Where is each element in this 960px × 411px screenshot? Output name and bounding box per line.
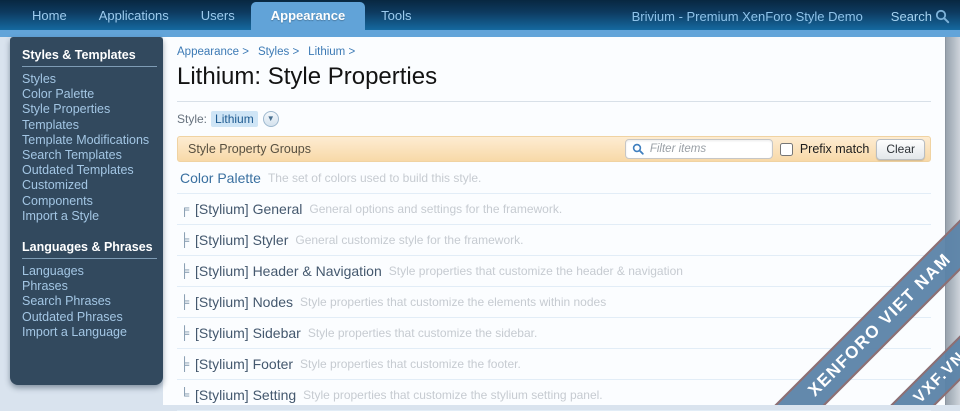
sidebar-item[interactable]: Languages [22,264,157,279]
sidebar-section: Languages & Phrases Languages Phrases Searc… [10,240,163,340]
nav-tab-appearance[interactable]: Appearance [250,2,366,30]
chevron-down-icon[interactable]: ▼ [262,111,279,127]
nav-tab-users[interactable]: Users [185,2,251,30]
property-group-description: Style properties that customize the styl… [303,388,603,402]
property-group-row: ╞ [Stylium] Styler General customize style… [177,225,931,256]
sidebar-item[interactable]: Template Modifications [22,133,157,148]
property-group-row: ╒ [Stylium] General General options and se… [177,194,931,225]
breadcrumb-link[interactable]: Appearance > [177,46,249,58]
property-group-description: General customize style for the framewor… [295,233,524,247]
property-group-link[interactable]: [Stylium] General [195,201,302,217]
property-group-description: General options and settings for the fra… [309,202,563,216]
property-group-link[interactable]: [Stylium] Setting [195,387,296,403]
tree-branch-icon: ╞ [180,355,190,371]
sidebar-section-heading: Languages & Phrases [22,240,157,260]
property-group-row: ╞ [Stylium] Footer Style properties that c… [177,349,931,380]
nav-tab-applications[interactable]: Applications [83,2,185,30]
search-icon [935,9,950,24]
sidebar-item[interactable]: Outdated Templates [22,163,157,178]
breadcrumb-link[interactable]: Lithium > [308,46,355,58]
sidebar-item[interactable]: Style Properties [22,102,157,117]
property-group-description: Style properties that customize the head… [388,264,683,278]
style-property-groups-header: Style Property Groups Prefix match Clear [177,136,931,162]
property-group-description: Style properties that customize the side… [307,326,538,340]
property-group-description: The set of colors used to build this sty… [267,171,482,185]
filter-controls: Prefix match Clear [624,138,925,160]
nav-right: Brivium - Premium XenForo Style Demo Sea… [632,9,950,24]
nav-tab-home[interactable]: Home [16,2,83,30]
tree-branch-icon: ╞ [180,231,190,247]
property-group-row: ╞ [Stylium] Nodes Style properties that cu… [177,287,931,318]
sidebar-item[interactable]: Styles [22,72,157,87]
sidebar-item[interactable]: Customized Components [22,178,157,208]
search-icon [632,143,644,155]
sidebar-item[interactable]: Search Phrases [22,294,157,309]
clear-button[interactable]: Clear [876,138,925,160]
sidebar-section-heading: Styles & Templates [22,48,157,67]
content-area: Styles & Templates Styles Color Palette Sty… [0,37,960,411]
tree-branch-icon: ╒ [180,200,190,216]
sidebar-item[interactable]: Search Templates [22,148,157,163]
groups-header-title: Style Property Groups [188,142,311,156]
prefix-match-checkbox[interactable] [779,142,793,156]
sidebar-item[interactable]: Templates [22,118,157,133]
sidebar-item[interactable]: Color Palette [22,87,157,102]
search-label: Search [890,9,932,24]
site-title: Brivium - Premium XenForo Style Demo [631,9,863,24]
main-panel: Appearance > Styles > Lithium > Lithium: S… [163,37,945,411]
sidebar-section: Styles & Templates Styles Color Palette Sty… [10,48,163,224]
tree-branch-icon: ╞ [180,324,190,340]
tree-branch-icon: ╞ [180,293,190,309]
breadcrumb-link[interactable]: Styles > [258,46,299,58]
style-chooser: Style: Lithium ▼ [177,111,931,127]
property-group-description: Style properties that customize the elem… [300,295,607,309]
nav-tabs: Home Applications Users Appearance Tools [0,0,428,30]
tree-branch-icon: ╘ [180,386,190,402]
title-divider [177,101,931,102]
admin-sidebar: Styles & Templates Styles Color Palette Sty… [10,37,163,385]
sidebar-item[interactable]: Import a Style [22,209,157,224]
property-group-row: ╞ [Stylium] Sidebar Style properties that … [177,318,931,349]
property-group-row: ╞ [Stylium] Header & Navigation Style prop… [177,256,931,287]
active-tab-strip [0,30,960,37]
sidebar-item[interactable]: Phrases [22,279,157,294]
filter-input[interactable] [647,142,766,156]
sidebar-item[interactable]: Outdated Phrases [22,310,157,325]
property-group-link[interactable]: [Stylium] Sidebar [195,325,301,341]
property-group-link[interactable]: Color Palette [180,170,261,186]
prefix-match-label: Prefix match [799,142,870,156]
property-group-description: Style properties that customize the foot… [300,357,521,371]
search-link[interactable]: Search [891,9,950,24]
property-group-link[interactable]: [Stylium] Nodes [195,294,293,310]
vertical-scrollbar[interactable] [945,37,960,405]
top-nav: Home Applications Users Appearance Tools Bri… [0,0,960,30]
property-group-list: Color Palette The set of colors used to b… [177,163,931,411]
style-chooser-value[interactable]: Lithium [211,111,258,127]
page-title: Lithium: Style Properties [177,63,438,90]
property-group-link[interactable]: [Stylium] Footer [195,356,293,372]
tree-branch-icon: ╞ [180,262,190,278]
sidebar-item[interactable]: Import a Language [22,325,157,340]
property-group-row: ╘ [Stylium] Setting Style properties that … [177,380,931,411]
filter-field [624,139,773,159]
nav-tab-tools[interactable]: Tools [365,2,427,30]
property-group-row: Color Palette The set of colors used to b… [177,163,931,194]
breadcrumb: Appearance > Styles > Lithium > [177,46,931,58]
property-group-link[interactable]: [Stylium] Header & Navigation [195,263,382,279]
style-chooser-label: Style: [177,112,208,126]
property-group-link[interactable]: [Stylium] Styler [195,232,288,248]
